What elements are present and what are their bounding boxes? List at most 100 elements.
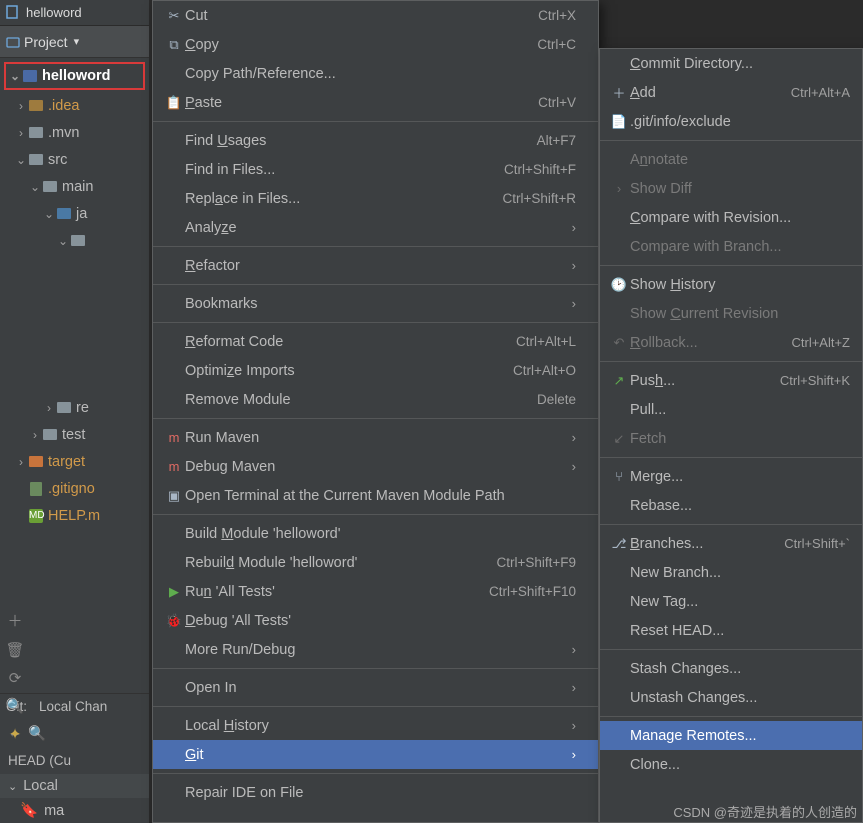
history-icon: 🕑 <box>608 277 630 293</box>
tree-item-package[interactable]: ⌄ <box>0 227 149 254</box>
git-new-branch[interactable]: New Branch... <box>600 558 862 587</box>
add-icon[interactable]: ＋ <box>7 610 22 631</box>
refresh-icon[interactable]: ⟳ <box>9 669 22 687</box>
menu-find-usages[interactable]: Find Usages Alt+F7 <box>153 126 598 155</box>
tree-root[interactable]: ⌄ helloword <box>4 62 145 90</box>
git-add[interactable]: ＋ Add Ctrl+Alt+A <box>600 78 862 107</box>
fetch-icon: ↙ <box>608 431 630 447</box>
menu-git[interactable]: Git › <box>153 740 598 769</box>
folder-icon <box>28 454 44 470</box>
git-clone[interactable]: Clone... <box>600 750 862 779</box>
expand-icon: ⌄ <box>56 234 70 248</box>
git-fetch: ↙ Fetch <box>600 424 862 453</box>
tree-item-gitignore[interactable]: › .gitigno <box>0 475 149 502</box>
menu-analyze[interactable]: Analyze › <box>153 213 598 242</box>
terminal-icon: ▣ <box>163 488 185 504</box>
dropdown-icon: ▾ <box>74 35 80 48</box>
menu-local-history[interactable]: Local History › <box>153 711 598 740</box>
menu-open-terminal-maven[interactable]: ▣ Open Terminal at the Current Maven Mod… <box>153 481 598 510</box>
expand-icon: ⌄ <box>8 69 22 83</box>
git-new-tag[interactable]: New Tag... <box>600 587 862 616</box>
tab-label: helloword <box>26 5 82 20</box>
menu-debug-maven[interactable]: m Debug Maven › <box>153 452 598 481</box>
menu-build-module[interactable]: Build Module 'helloword' <box>153 519 598 548</box>
context-menu-git: Commit Directory... ＋ Add Ctrl+Alt+A 📄 .… <box>599 48 863 823</box>
project-tree: ⌄ helloword › .idea › .mvn ⌄ src <box>0 58 149 693</box>
git-unstash[interactable]: Unstash Changes... <box>600 683 862 712</box>
expand-icon: › <box>28 428 42 442</box>
expand-icon: › <box>42 401 56 415</box>
search-icon[interactable]: 🔍 <box>6 697 25 715</box>
tree-item-idea[interactable]: › .idea <box>0 92 149 119</box>
menu-run-maven[interactable]: m Run Maven › <box>153 423 598 452</box>
run-icon: ▶ <box>163 584 185 600</box>
delete-icon[interactable]: 🗑 <box>5 641 24 659</box>
menu-rebuild-module[interactable]: Rebuild Module 'helloword' Ctrl+Shift+F9 <box>153 548 598 577</box>
folder-icon <box>42 179 58 195</box>
git-stash[interactable]: Stash Changes... <box>600 654 862 683</box>
menu-repair-ide[interactable]: Repair IDE on File <box>153 778 598 807</box>
tree-item-main[interactable]: ⌄ main <box>0 173 149 200</box>
folder-icon <box>70 233 86 249</box>
tree-item-src[interactable]: ⌄ src <box>0 146 149 173</box>
maven-run-icon: m <box>163 430 185 445</box>
project-icon <box>6 35 20 49</box>
project-toolwindow-header[interactable]: Project ▾ <box>0 26 149 58</box>
rollback-icon: ↶ <box>608 335 630 351</box>
expand-icon: ⌄ <box>28 180 42 194</box>
tree-item-resources[interactable]: › re <box>0 394 149 421</box>
module-icon <box>22 68 38 84</box>
tree-item-target[interactable]: › target <box>0 448 149 475</box>
expand-icon: › <box>14 455 28 469</box>
git-manage-remotes[interactable]: Manage Remotes... <box>600 721 862 750</box>
menu-refactor[interactable]: Refactor › <box>153 251 598 280</box>
menu-optimize-imports[interactable]: Optimize Imports Ctrl+Alt+O <box>153 356 598 385</box>
menu-open-in[interactable]: Open In › <box>153 673 598 702</box>
file-icon <box>6 5 22 21</box>
branch-icon[interactable]: ✦ <box>9 725 22 743</box>
folder-icon <box>28 98 44 114</box>
menu-more-run-debug[interactable]: More Run/Debug › <box>153 635 598 664</box>
branch-master[interactable]: 🔖 ma <box>0 798 149 823</box>
git-reset-head[interactable]: Reset HEAD... <box>600 616 862 645</box>
git-compare-revision[interactable]: Compare with Revision... <box>600 203 862 232</box>
context-menu-main: ✂ Cut Ctrl+X ⧉ Copy Ctrl+C Copy Path/Ref… <box>152 0 599 823</box>
folder-icon <box>28 152 44 168</box>
git-push[interactable]: ↗ Push... Ctrl+Shift+K <box>600 366 862 395</box>
md-icon: MD <box>28 508 44 524</box>
menu-remove-module[interactable]: Remove Module Delete <box>153 385 598 414</box>
tree-item-java[interactable]: ⌄ ja <box>0 200 149 227</box>
diff-icon: › <box>608 181 630 196</box>
git-branches[interactable]: ⎇ Branches... Ctrl+Shift+` <box>600 529 862 558</box>
git-merge[interactable]: ⑂ Merge... <box>600 462 862 491</box>
expand-icon: › <box>14 99 28 113</box>
folder-icon <box>56 206 72 222</box>
folder-icon <box>28 125 44 141</box>
tree-item-mvn[interactable]: › .mvn <box>0 119 149 146</box>
local-branches-group[interactable]: ⌄ Local <box>0 774 149 798</box>
menu-cut[interactable]: ✂ Cut Ctrl+X <box>153 1 598 30</box>
menu-replace-in-files[interactable]: Replace in Files... Ctrl+Shift+R <box>153 184 598 213</box>
menu-copy[interactable]: ⧉ Copy Ctrl+C <box>153 30 598 59</box>
editor-tab[interactable]: helloword <box>0 0 149 26</box>
tree-item-help[interactable]: › MD HELP.m <box>0 502 149 529</box>
git-commit-directory[interactable]: Commit Directory... <box>600 49 862 78</box>
git-show-history[interactable]: 🕑 Show History <box>600 270 862 299</box>
git-rebase[interactable]: Rebase... <box>600 491 862 520</box>
git-pull[interactable]: Pull... <box>600 395 862 424</box>
menu-bookmarks[interactable]: Bookmarks › <box>153 289 598 318</box>
branch-icon: ⎇ <box>608 536 630 552</box>
add-icon: ＋ <box>608 83 630 102</box>
menu-run-tests[interactable]: ▶ Run 'All Tests' Ctrl+Shift+F10 <box>153 577 598 606</box>
menu-find-in-files[interactable]: Find in Files... Ctrl+Shift+F <box>153 155 598 184</box>
menu-paste[interactable]: 📋 Paste Ctrl+V <box>153 88 598 117</box>
git-info-exclude[interactable]: 📄 .git/info/exclude <box>600 107 862 136</box>
debug-icon: 🐞 <box>163 613 185 629</box>
file-icon: 📄 <box>608 114 630 130</box>
menu-debug-tests[interactable]: 🐞 Debug 'All Tests' <box>153 606 598 635</box>
tree-item-test[interactable]: › test <box>0 421 149 448</box>
folder-icon <box>42 427 58 443</box>
menu-copy-path[interactable]: Copy Path/Reference... <box>153 59 598 88</box>
git-show-current-revision: Show Current Revision <box>600 299 862 328</box>
menu-reformat-code[interactable]: Reformat Code Ctrl+Alt+L <box>153 327 598 356</box>
